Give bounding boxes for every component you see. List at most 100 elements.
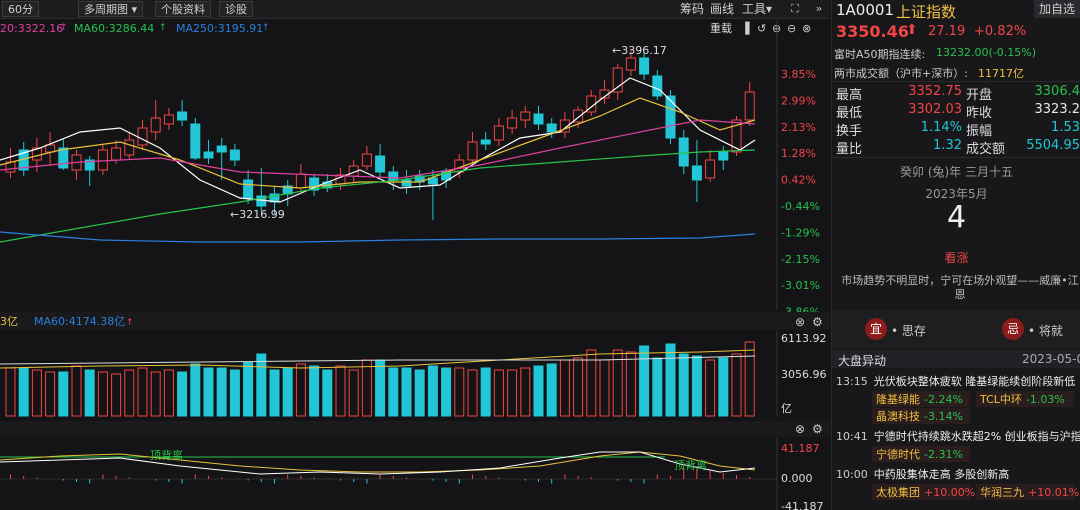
candle: [295, 173, 306, 189]
volume-bar: [427, 365, 438, 417]
volume-bar: [256, 353, 267, 417]
volume-tick-label: 6113.92: [781, 332, 827, 345]
gear-icon[interactable]: ⚙: [812, 315, 823, 329]
gear-icon[interactable]: ⚙: [812, 422, 823, 436]
news-item[interactable]: 10:41 宁德时代持续跳水跌超2% 创业板指与沪指: [836, 428, 1080, 444]
volume-bar: [731, 353, 742, 417]
chips-button[interactable]: 筹码: [680, 1, 704, 17]
stock-chip[interactable]: 华润三九 +10.01%: [976, 484, 1079, 500]
stock-name: 隆基绿能: [876, 393, 920, 406]
news-title: 大盘异动: [838, 354, 887, 368]
volume-bar: [441, 367, 452, 417]
multi-period-button[interactable]: 多周期图 ▾: [78, 1, 144, 17]
volume-bar: [480, 367, 491, 417]
candle: [493, 125, 504, 141]
candle: [467, 141, 478, 161]
stock-chip[interactable]: TCL中环 -1.03%: [976, 391, 1074, 407]
stock-chip[interactable]: 晶澳科技 -3.14%: [872, 408, 970, 424]
bad-item: • 将就: [1028, 324, 1063, 338]
stock-info-button[interactable]: 个股资料: [155, 1, 211, 17]
up-arrow-icon: ↑: [126, 318, 134, 328]
candle: [190, 123, 201, 159]
quote-label: 开盘: [966, 88, 993, 103]
diagnose-label: 诊股: [225, 3, 247, 16]
volume-tick-label: 亿: [781, 402, 792, 415]
stock-name: 宁德时代: [876, 448, 920, 461]
quote-text: 市场趋势不明显时，宁可在场外观望——威廉•江恩: [841, 274, 1079, 301]
volume-bar: [282, 367, 293, 417]
good-badge: 宜: [865, 318, 887, 340]
volume-bar: [163, 369, 174, 417]
divergence-label: 顶背离: [674, 458, 707, 472]
stock-name: 太极集团: [876, 486, 920, 499]
tools-button[interactable]: 工具▾: [742, 1, 772, 17]
draw-line-button[interactable]: 画线: [710, 1, 734, 17]
close-panel-icon[interactable]: ⊗: [795, 422, 805, 436]
candle: [705, 159, 716, 179]
stock-name: 上证指数: [896, 3, 957, 21]
quote-panel: 1A0001 上证指数 加自选 3350.46 ⬆ 27.19 +0.82% 富…: [831, 0, 1080, 510]
macd-tick-label: -41.187: [781, 500, 823, 510]
news-time: 10:41: [836, 430, 868, 443]
kline-chart[interactable]: 3.85% 2.99% 2.13% 1.28% 0.42% -0.44% -1.29% -2.…: [0, 20, 830, 510]
divergence-label: 顶背离: [150, 448, 183, 462]
candle: [388, 171, 399, 181]
news-headline: 宁德时代持续跳水跌超2% 创业板指与沪指: [873, 430, 1080, 443]
candle: [124, 139, 135, 156]
price-tick-label: 3.85%: [781, 68, 816, 81]
outlook-tag: 看涨: [944, 251, 969, 265]
candle: [533, 113, 544, 125]
quote-value: 3306.4: [1034, 84, 1080, 99]
news-stocks-row: 太极集团 +10.00% 华润三九 +10.01%: [872, 484, 1080, 500]
stock-chip[interactable]: 隆基绿能 -2.24%: [872, 391, 970, 407]
volume-bars: [0, 331, 778, 417]
stock-chip[interactable]: 太极集团 +10.00%: [872, 484, 975, 500]
news-item[interactable]: 13:15 光伏板块整体疲软 隆基绿能续创阶段新低: [836, 373, 1075, 389]
quote-value: 1.14%: [920, 120, 962, 135]
turnover-label: 两市成交额（沪市+深市）:: [834, 67, 968, 80]
price-axis: 3.85% 2.99% 2.13% 1.28% 0.42% -0.44% -1.29% -2.…: [781, 68, 820, 319]
quote-label: 振幅: [966, 124, 993, 139]
candle: [58, 147, 69, 169]
period-label: 60分: [8, 3, 33, 16]
volume-bar: [559, 359, 570, 417]
price-tick-label: -0.44%: [781, 200, 820, 213]
volume-bar: [137, 367, 148, 417]
volume-bar: [335, 365, 346, 417]
more-icon[interactable]: »: [812, 1, 826, 17]
candle: [625, 57, 636, 71]
candle: [216, 145, 227, 153]
news-stocks-row: 隆基绿能 -2.24% TCL中环 -1.03%: [872, 391, 1080, 407]
volume-bar: [124, 369, 135, 417]
close-panel-icon[interactable]: ⊗: [795, 315, 805, 329]
volume-bar: [5, 367, 16, 417]
volume-bar: [599, 359, 610, 417]
multi-period-label: 多周期图: [84, 3, 128, 16]
stock-chip[interactable]: 宁德时代 -2.31%: [872, 446, 970, 462]
quote-value: 3352.75: [908, 84, 962, 99]
candle: [546, 123, 557, 133]
quote-label: 最低: [836, 106, 863, 121]
volume-bar: [401, 367, 412, 417]
stock-info-label: 个股资料: [161, 3, 205, 16]
news-item[interactable]: 10:00 中药股集体走高 多股创新高: [836, 466, 1009, 482]
volume-bar: [31, 369, 42, 417]
volume-bar: [718, 357, 729, 417]
expand-icon[interactable]: ⛶: [788, 1, 802, 17]
price-tick-label: 2.99%: [781, 94, 816, 107]
dea-line: [0, 451, 756, 473]
period-button[interactable]: 60分: [2, 1, 39, 17]
low-price-label: ←3216.99: [230, 208, 285, 221]
stock-change: +10.01%: [1028, 486, 1080, 499]
volume-bar: [691, 355, 702, 417]
add-watch-button[interactable]: 加自选: [1034, 0, 1080, 18]
candle: [401, 179, 412, 187]
volume-bar: [97, 371, 108, 417]
diagnose-button[interactable]: 诊股: [219, 1, 253, 17]
volume-bar: [546, 363, 557, 417]
price-tick-label: -1.29%: [781, 226, 820, 239]
volume-bar: [45, 371, 56, 417]
stock-change: -2.24%: [924, 393, 963, 406]
candle: [691, 165, 702, 181]
stock-name: 华润三九: [980, 486, 1024, 499]
